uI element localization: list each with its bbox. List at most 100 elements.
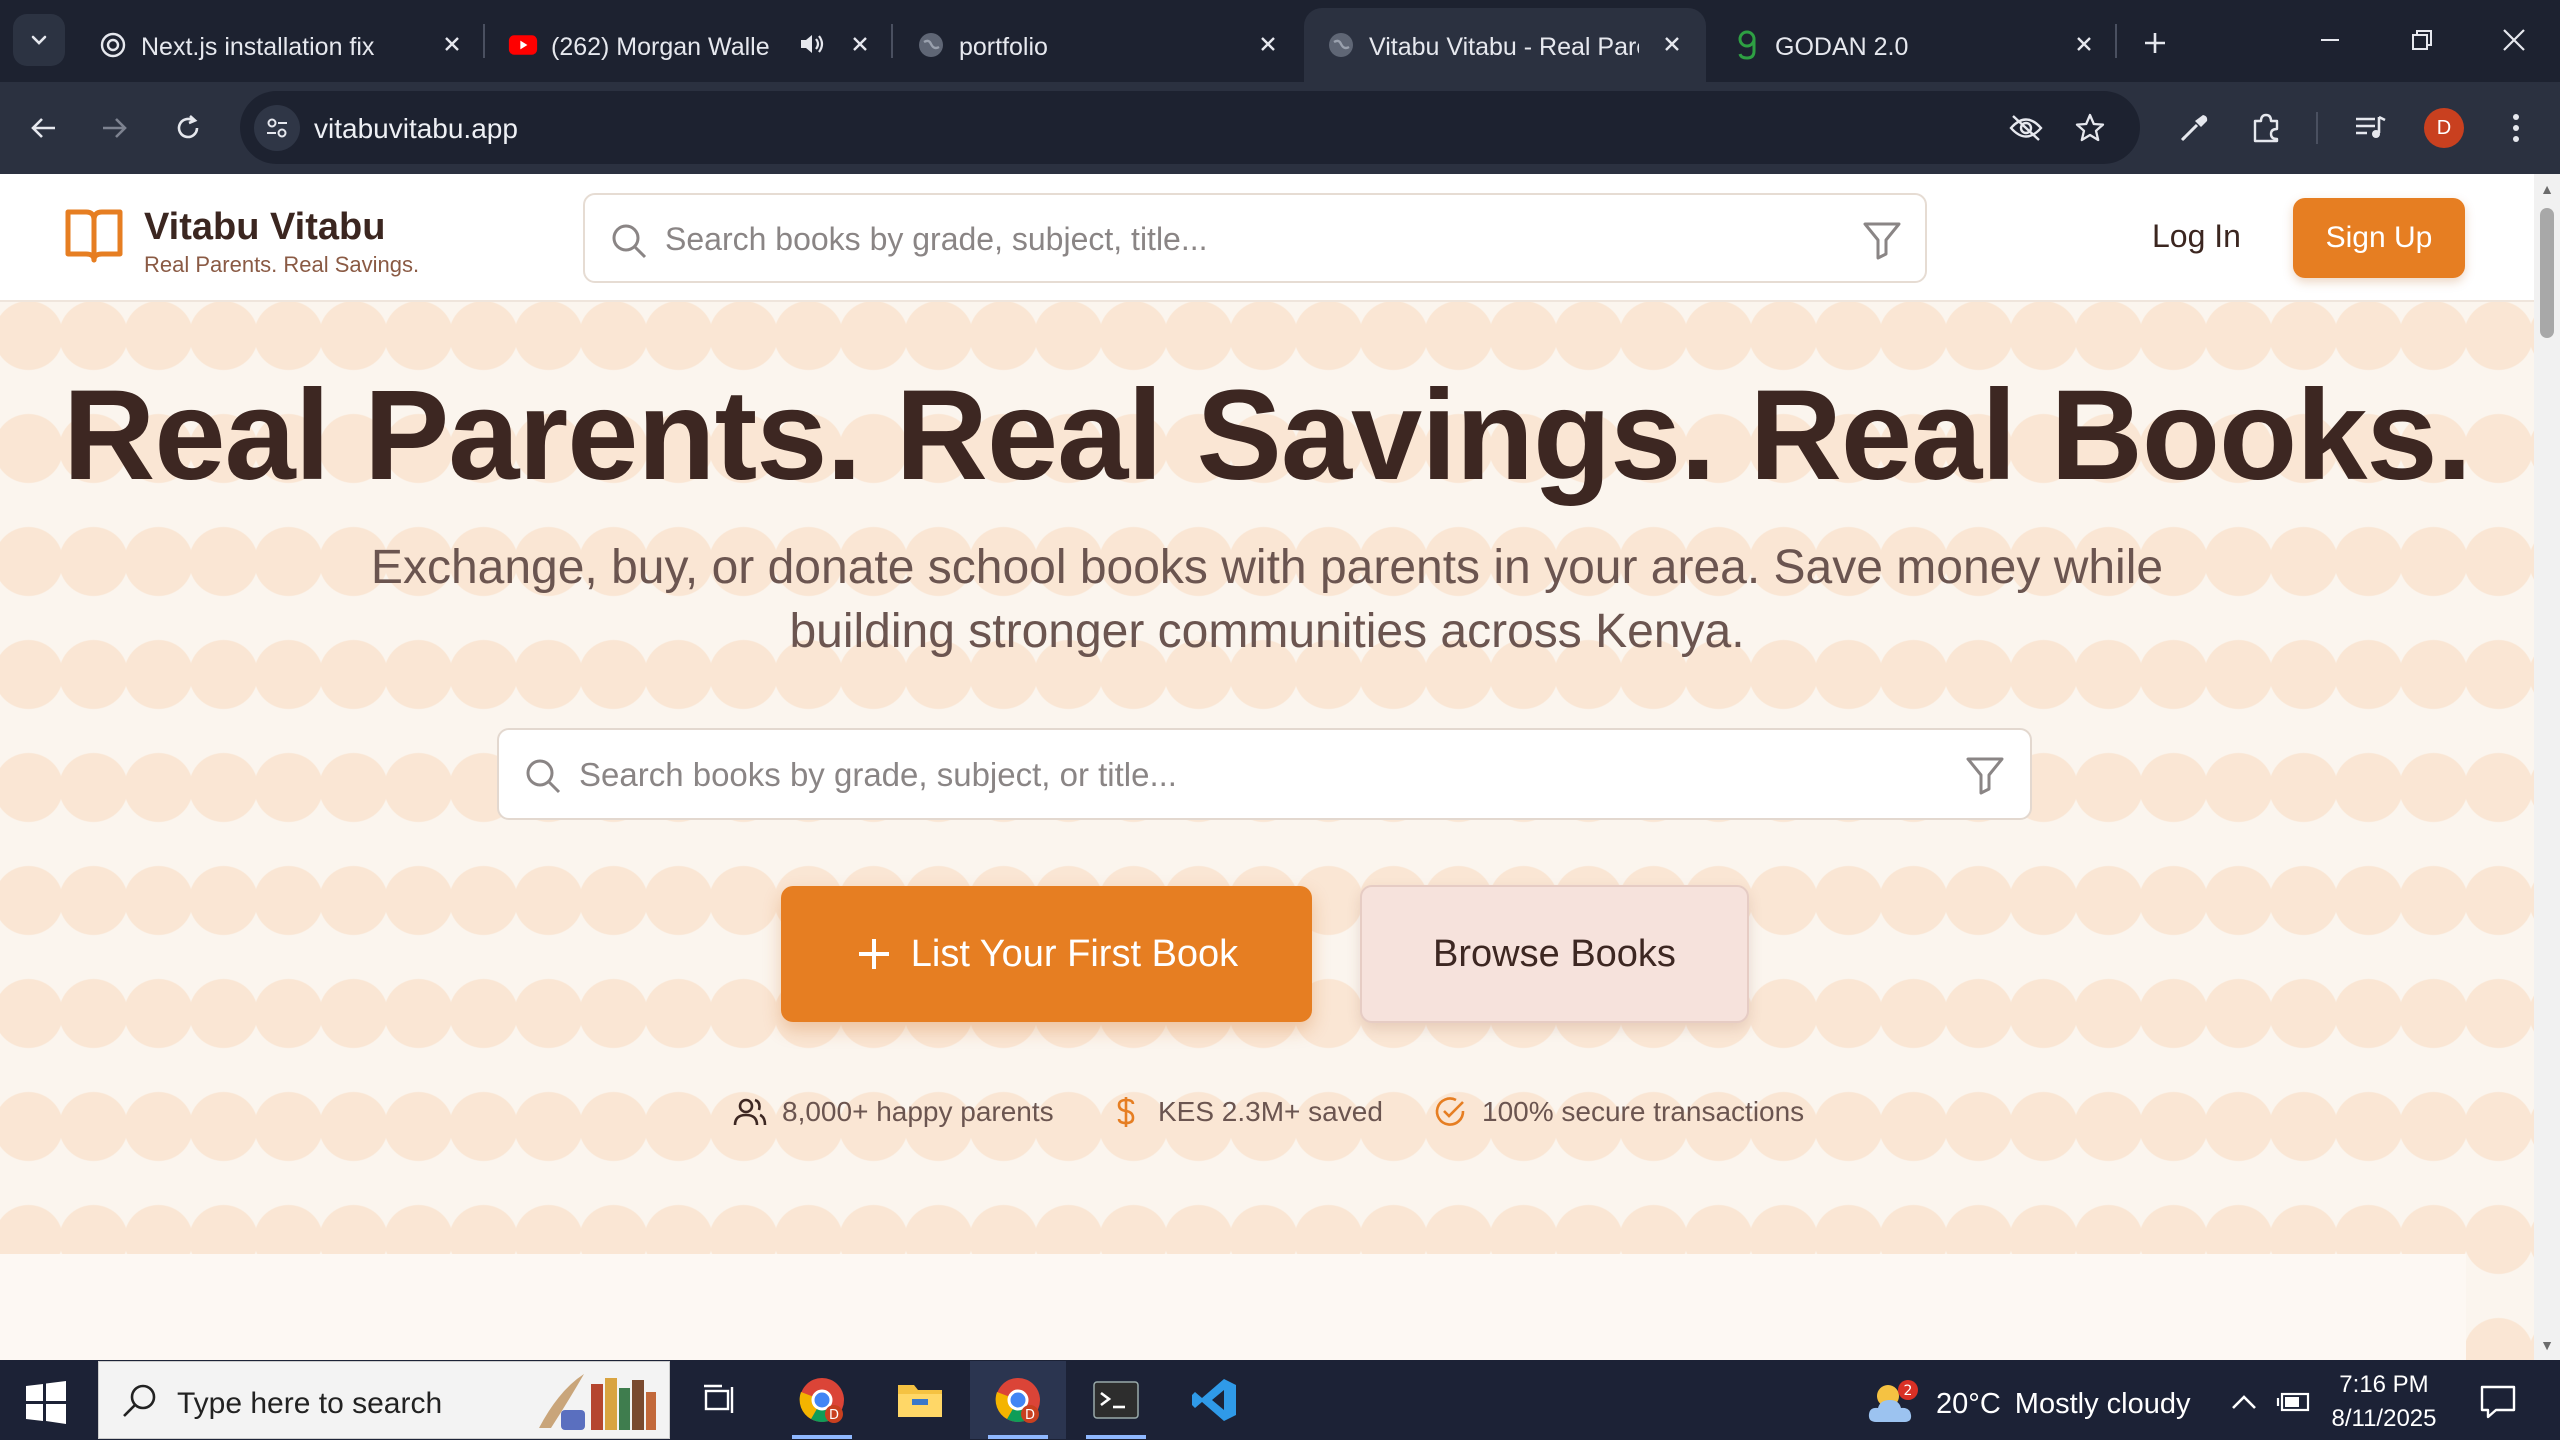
restore-icon (2412, 30, 2432, 50)
speaker-icon[interactable] (796, 28, 828, 60)
more-menu-icon[interactable] (2494, 106, 2538, 150)
brand-name: Vitabu Vitabu (144, 206, 386, 248)
stat-happy-parents: 8,000+ happy parents (732, 1094, 1054, 1130)
vscode-icon (1192, 1379, 1236, 1421)
weather-temp: 20°C (1936, 1387, 2001, 1420)
books-illustration-icon (539, 1374, 656, 1430)
taskbar-chrome-active-button[interactable]: D (970, 1361, 1066, 1439)
users-icon (732, 1094, 768, 1130)
notifications-icon[interactable] (2478, 1382, 2518, 1422)
windows-start-icon[interactable] (24, 1380, 68, 1424)
tab-godan[interactable]: GODAN 2.0 (1710, 8, 2118, 82)
site-header: Vitabu Vitabu Real Parents. Real Savings… (0, 174, 2534, 302)
tab-title: Next.js installation fix (141, 33, 375, 61)
minimize-icon (2321, 39, 2339, 41)
stat-text: 8,000+ happy parents (782, 1096, 1054, 1127)
media-controls-icon[interactable] (2348, 106, 2392, 150)
hero-search-input[interactable]: Search books by grade, subject, or title… (497, 728, 2032, 820)
restore-button[interactable] (2392, 14, 2452, 66)
site-settings-icon[interactable] (254, 105, 300, 151)
minimize-button[interactable] (2300, 14, 2360, 66)
page-viewport: Vitabu Vitabu Real Parents. Real Savings… (0, 174, 2534, 1360)
eyedropper-icon[interactable] (2172, 106, 2216, 150)
brand-logo[interactable]: Vitabu Vitabu Real Parents. Real Savings… (64, 206, 419, 277)
close-icon[interactable] (844, 28, 876, 60)
filter-icon[interactable] (1964, 754, 2006, 796)
tab-title: (262) Morgan Wallen (551, 33, 771, 61)
plus-icon (858, 939, 889, 969)
chevron-up-icon[interactable] (2226, 1384, 2262, 1420)
profile-avatar[interactable]: D (2424, 108, 2464, 148)
filter-icon[interactable] (1861, 219, 1903, 261)
page-scrollbar[interactable]: ▲ ▼ (2534, 174, 2560, 1360)
signup-button[interactable]: Sign Up (2293, 198, 2465, 278)
tab-youtube[interactable]: (262) Morgan Wallen (486, 8, 894, 82)
scrollbar-thumb[interactable] (2540, 208, 2554, 338)
scroll-up-icon[interactable]: ▲ (2540, 182, 2554, 196)
list-first-book-button[interactable]: List Your First Book (781, 886, 1312, 1022)
tab-separator (483, 24, 485, 58)
chrome-icon: D (799, 1378, 844, 1423)
taskbar-chrome-button[interactable]: D (774, 1361, 870, 1439)
dollar-icon (1108, 1094, 1144, 1130)
task-view-icon (704, 1384, 734, 1413)
next-section-background (0, 1254, 2466, 1360)
hero-subtitle: Exchange, buy, or donate school books wi… (370, 541, 2164, 658)
search-icon (612, 224, 647, 259)
taskbar-file-explorer-button[interactable] (872, 1361, 968, 1439)
close-icon[interactable] (436, 28, 468, 60)
browse-books-button[interactable]: Browse Books (1360, 885, 1749, 1023)
hero-stats: 8,000+ happy parents KES 2.3M+ saved 100… (0, 1094, 2534, 1144)
taskbar-clock[interactable]: 7:16 PM 8/11/2025 (2314, 1368, 2454, 1436)
extensions-icon[interactable] (2244, 106, 2288, 150)
running-indicator (1086, 1435, 1146, 1439)
new-tab-button[interactable] (2130, 18, 2180, 68)
tab-search-button[interactable] (13, 14, 65, 66)
tab-vitabu-vitabu[interactable]: Vitabu Vitabu - Real Pare (1304, 8, 1706, 82)
taskbar-search-input[interactable]: Type here to search (98, 1361, 670, 1439)
list-first-book-label: List Your First Book (910, 932, 1239, 975)
tab-portfolio[interactable]: portfolio (894, 8, 1302, 82)
globe-icon (1326, 30, 1356, 60)
openai-icon (98, 30, 128, 60)
header-search-input[interactable]: Search books by grade, subject, title... (583, 193, 1927, 283)
brand-tagline: Real Parents. Real Savings. (144, 252, 420, 277)
stat-text: 100% secure transactions (1482, 1096, 1805, 1127)
close-icon[interactable] (2068, 28, 2100, 60)
login-link[interactable]: Log In (2152, 218, 2241, 255)
task-view-button[interactable] (672, 1361, 768, 1439)
globe-icon (916, 30, 946, 60)
scroll-down-icon[interactable]: ▼ (2540, 1338, 2554, 1352)
bookmark-star-icon[interactable] (2072, 110, 2108, 146)
reload-button[interactable] (162, 102, 214, 154)
taskbar-vscode-button[interactable] (1166, 1361, 1262, 1439)
eye-off-icon[interactable] (2008, 110, 2044, 146)
stat-text: KES 2.3M+ saved (1158, 1096, 1383, 1127)
stat-kes-saved: KES 2.3M+ saved (1108, 1094, 1383, 1130)
close-icon (2503, 29, 2525, 51)
tab-title: portfolio (959, 33, 1048, 61)
battery-icon[interactable] (2276, 1384, 2312, 1420)
close-window-button[interactable] (2484, 14, 2544, 66)
hero-search-placeholder: Search books by grade, subject, or title… (579, 756, 1177, 793)
close-icon[interactable] (1252, 28, 1284, 60)
browser-tab-bar: Next.js installation fix (262) Morgan Wa… (0, 0, 2560, 82)
back-button[interactable] (18, 102, 70, 154)
tab-nextjs[interactable]: Next.js installation fix (76, 8, 486, 82)
taskbar-terminal-button[interactable] (1068, 1361, 1164, 1439)
weather-widget[interactable]: 2 20°C Mostly cloudy (1866, 1378, 2190, 1430)
taskbar-search-placeholder: Type here to search (177, 1387, 443, 1420)
address-bar[interactable]: vitabuvitabu.app (240, 91, 2140, 164)
clock-date: 8/11/2025 (2331, 1405, 2437, 1432)
close-icon[interactable] (1656, 28, 1688, 60)
tab-title: GODAN 2.0 (1775, 33, 1909, 61)
forward-button[interactable] (88, 102, 140, 154)
svg-text:D: D (829, 1408, 839, 1423)
godan-icon (1732, 30, 1762, 60)
url-text: vitabuvitabu.app (314, 113, 518, 144)
search-icon (123, 1384, 156, 1417)
header-search-placeholder: Search books by grade, subject, title... (665, 221, 1208, 257)
chrome-icon: D (995, 1378, 1040, 1423)
reload-icon (177, 115, 199, 139)
open-book-icon (65, 209, 123, 263)
